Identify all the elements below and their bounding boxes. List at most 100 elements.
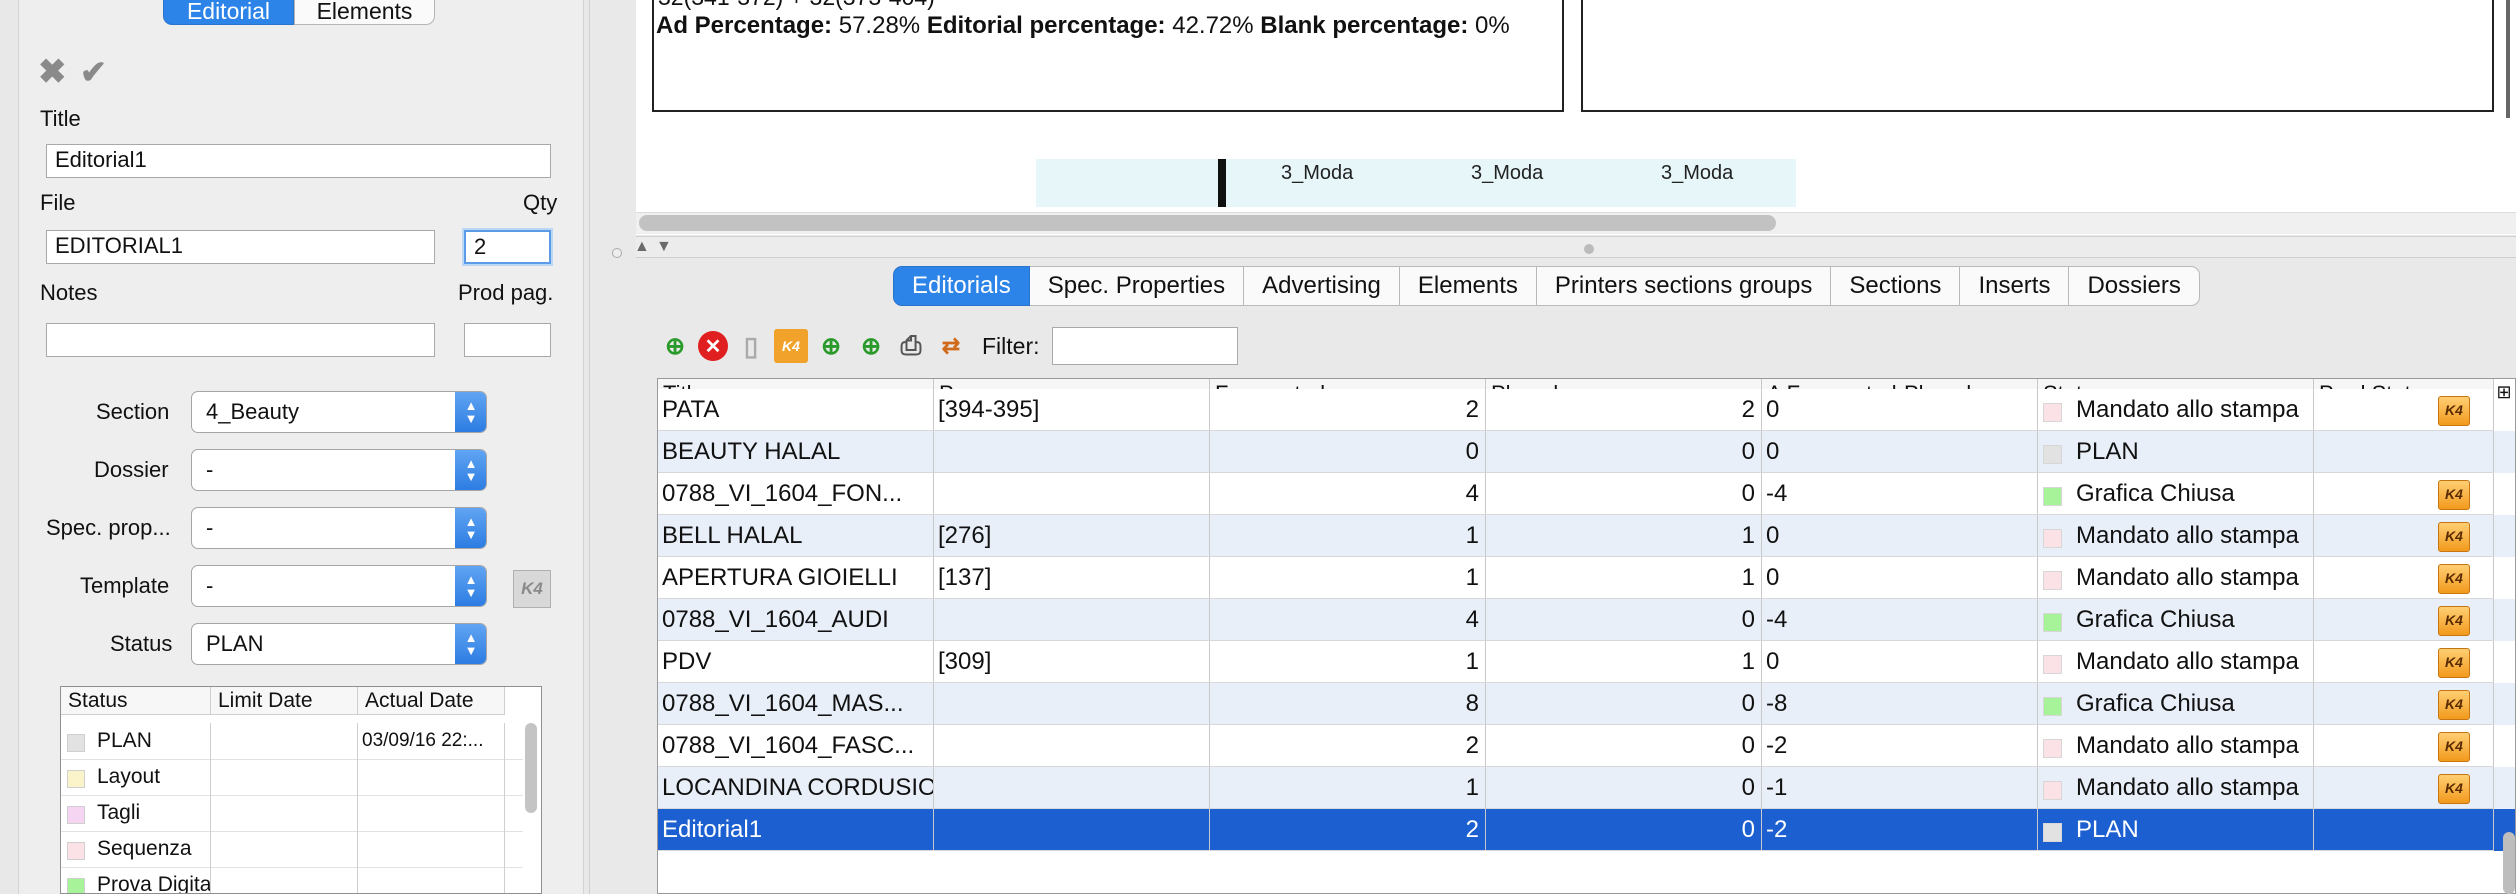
dossier-select[interactable]: - ▲ ▼ bbox=[191, 449, 487, 491]
splitter-grip[interactable] bbox=[612, 248, 622, 258]
cell-status[interactable]: Grafica Chiusa bbox=[2038, 473, 2314, 515]
limit-date[interactable] bbox=[211, 795, 358, 831]
cell-delta[interactable]: -1 bbox=[1762, 767, 2038, 809]
cell-prod-status[interactable]: K4 bbox=[2314, 515, 2494, 557]
export-icon[interactable]: ⇄ bbox=[934, 329, 968, 363]
cell-prod-status[interactable]: K4 bbox=[2314, 473, 2494, 515]
duplicate-icon[interactable]: ⊕ bbox=[854, 329, 888, 363]
k4-icon[interactable]: K4 bbox=[2438, 732, 2470, 762]
split-pane-divider[interactable] bbox=[636, 236, 2516, 258]
cell-prod-status[interactable]: K4 bbox=[2314, 767, 2494, 809]
k4-icon[interactable]: K4 bbox=[2438, 396, 2470, 426]
cell-placed[interactable]: 0 bbox=[1486, 683, 1762, 725]
cancel-icon[interactable]: ✖ bbox=[38, 55, 72, 89]
status-row[interactable]: Layout bbox=[61, 759, 523, 796]
cell-forecasted[interactable]: 2 bbox=[1210, 389, 1486, 431]
cell-placed[interactable]: 1 bbox=[1486, 557, 1762, 599]
tab-elements[interactable]: Elements bbox=[1399, 266, 1537, 306]
cell-prod-status[interactable]: K4 bbox=[2314, 725, 2494, 767]
limit-date[interactable] bbox=[211, 723, 358, 759]
tab-spec-properties[interactable]: Spec. Properties bbox=[1029, 266, 1245, 306]
splitter-grip[interactable] bbox=[1584, 244, 1594, 254]
cell-title[interactable]: 0788_VI_1604_MAS... bbox=[658, 683, 934, 725]
cell-forecasted[interactable]: 4 bbox=[1210, 599, 1486, 641]
notes-field[interactable] bbox=[46, 323, 435, 357]
spec-prop-select[interactable]: - ▲ ▼ bbox=[191, 507, 487, 549]
tab-editorials[interactable]: Editorials bbox=[893, 266, 1030, 306]
cell-forecasted[interactable]: 2 bbox=[1210, 809, 1486, 851]
cell-delta[interactable]: 0 bbox=[1762, 557, 2038, 599]
status-row[interactable]: Sequenza bbox=[61, 831, 523, 868]
status-row[interactable]: Prova Digita bbox=[61, 867, 523, 893]
actual-date[interactable] bbox=[358, 759, 505, 795]
table-row[interactable]: LOCANDINA CORDUSIO 1 0 -1 Mandato allo stamp… bbox=[658, 767, 2515, 809]
cell-delta[interactable]: 0 bbox=[1762, 431, 2038, 473]
cell-status[interactable]: Mandato allo stampa bbox=[2038, 641, 2314, 683]
cell-title[interactable]: BEAUTY HALAL bbox=[658, 431, 934, 473]
cell-delta[interactable]: 0 bbox=[1762, 641, 2038, 683]
table-row[interactable]: APERTURA GIOIELLI [137] 1 1 0 Mandato allo st… bbox=[658, 557, 2515, 599]
document-icon[interactable]: ▯ bbox=[734, 329, 768, 363]
cell-placed[interactable]: 1 bbox=[1486, 641, 1762, 683]
cell-title[interactable]: 0788_VI_1604_AUDI bbox=[658, 599, 934, 641]
cell-delta[interactable]: -4 bbox=[1762, 599, 2038, 641]
cell-status[interactable]: Mandato allo stampa bbox=[2038, 557, 2314, 599]
tab-advertising[interactable]: Advertising bbox=[1244, 266, 1400, 306]
cell-status[interactable]: Mandato allo stampa bbox=[2038, 767, 2314, 809]
k4-icon[interactable]: K4 bbox=[2438, 774, 2470, 804]
cell-forecasted[interactable]: 4 bbox=[1210, 473, 1486, 515]
cell-prod-status[interactable] bbox=[2314, 431, 2494, 473]
cell-delta[interactable]: -4 bbox=[1762, 473, 2038, 515]
k4-icon[interactable]: K4 bbox=[2438, 690, 2470, 720]
column-header-status[interactable]: Status bbox=[61, 687, 211, 715]
section-select[interactable]: 4_Beauty ▲ ▼ bbox=[191, 391, 487, 433]
cell-status[interactable]: Mandato allo stampa bbox=[2038, 389, 2314, 431]
cell-prod-status[interactable]: K4 bbox=[2314, 557, 2494, 599]
tab-inserts[interactable]: Inserts bbox=[1960, 266, 2070, 306]
cell-status[interactable]: Grafica Chiusa bbox=[2038, 683, 2314, 725]
cell-placed[interactable]: 2 bbox=[1486, 389, 1762, 431]
cell-delta[interactable]: -8 bbox=[1762, 683, 2038, 725]
title-field[interactable]: Editorial1 bbox=[46, 144, 551, 178]
cell-prod-status[interactable]: K4 bbox=[2314, 599, 2494, 641]
k4-icon[interactable]: K4 bbox=[2438, 606, 2470, 636]
cell-placed[interactable]: 0 bbox=[1486, 599, 1762, 641]
cell-page[interactable] bbox=[934, 599, 1210, 641]
actual-date[interactable] bbox=[358, 831, 505, 867]
cell-title[interactable]: APERTURA GIOIELLI bbox=[658, 557, 934, 599]
cell-delta[interactable]: -2 bbox=[1762, 725, 2038, 767]
k4-icon[interactable]: K4 bbox=[2438, 480, 2470, 510]
prod-pag-field[interactable] bbox=[464, 323, 551, 357]
limit-date[interactable] bbox=[211, 759, 358, 795]
cell-placed[interactable]: 0 bbox=[1486, 767, 1762, 809]
cell-forecasted[interactable]: 1 bbox=[1210, 767, 1486, 809]
k4-icon[interactable]: K4 bbox=[2438, 564, 2470, 594]
table-row[interactable]: BEAUTY HALAL 0 0 0 PLAN bbox=[658, 431, 2515, 473]
k4-icon[interactable]: K4 bbox=[2438, 522, 2470, 552]
cell-prod-status[interactable] bbox=[2314, 809, 2494, 851]
limit-date[interactable] bbox=[211, 831, 358, 867]
qty-field[interactable]: 2 bbox=[464, 230, 551, 264]
cell-forecasted[interactable]: 1 bbox=[1210, 641, 1486, 683]
actual-date[interactable]: 03/09/16 22:... bbox=[358, 723, 505, 759]
cell-title[interactable]: PDV bbox=[658, 641, 934, 683]
cell-page[interactable] bbox=[934, 767, 1210, 809]
actual-date[interactable] bbox=[358, 795, 505, 831]
table-row[interactable]: BELL HALAL [276] 1 1 0 Mandato allo stampa K4 bbox=[658, 515, 2515, 557]
status-row[interactable]: Tagli bbox=[61, 795, 523, 832]
cell-page[interactable] bbox=[934, 725, 1210, 767]
scrollbar-thumb[interactable] bbox=[639, 215, 1776, 231]
delete-icon[interactable]: ✕ bbox=[698, 331, 728, 361]
k4-add-icon[interactable]: K4 bbox=[774, 329, 808, 363]
scrollbar-thumb[interactable] bbox=[525, 723, 537, 813]
column-chooser-icon[interactable]: ⊞ bbox=[2494, 381, 2514, 405]
cell-title[interactable]: Editorial1 bbox=[658, 809, 934, 851]
cell-page[interactable] bbox=[934, 809, 1210, 851]
cell-status[interactable]: Mandato allo stampa bbox=[2038, 515, 2314, 557]
cell-placed[interactable]: 0 bbox=[1486, 725, 1762, 767]
tab-dossiers[interactable]: Dossiers bbox=[2069, 266, 2200, 306]
cell-prod-status[interactable]: K4 bbox=[2314, 389, 2494, 431]
k4-template-icon[interactable]: K4 bbox=[513, 570, 551, 608]
cell-prod-status[interactable]: K4 bbox=[2314, 683, 2494, 725]
cell-forecasted[interactable]: 0 bbox=[1210, 431, 1486, 473]
